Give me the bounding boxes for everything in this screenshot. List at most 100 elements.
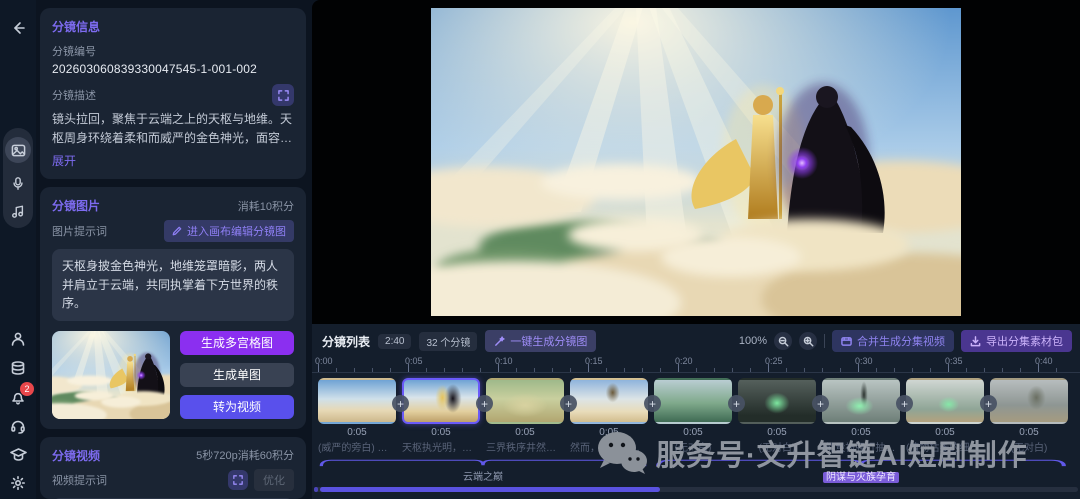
add-shot-button[interactable]: +	[644, 395, 661, 412]
ruler-label: 0:05	[405, 356, 423, 366]
tab-music[interactable]	[11, 204, 25, 219]
one-click-generate-button[interactable]: 一键生成分镜图	[485, 330, 597, 352]
add-shot-button[interactable]: +	[392, 395, 409, 412]
shot-info-title: 分镜信息	[52, 20, 101, 34]
ruler-label: 0:15	[585, 356, 603, 366]
shot-video-title: 分镜视频	[52, 448, 101, 463]
add-shot-button[interactable]: +	[476, 395, 493, 412]
coins-icon	[11, 361, 25, 375]
scene-group-label[interactable]: 云端之巅	[318, 468, 648, 483]
zoom-out-button[interactable]	[774, 332, 792, 350]
back-button[interactable]	[10, 20, 26, 36]
ruler-label: 0:25	[765, 356, 783, 366]
storyboard-timeline: 分镜列表 2:40 32 个分镜 一键生成分镜图 100% 合并生成分集视频 导…	[312, 324, 1080, 499]
scrollbar-left-arrow[interactable]	[314, 487, 318, 492]
clip-thumbnail[interactable]	[822, 378, 900, 424]
timeline-clip: 0:05 (植物枯萎的细微碎裂... +	[906, 378, 997, 454]
timeline-title: 分镜列表	[322, 334, 371, 349]
credits-button[interactable]	[10, 360, 26, 376]
scene-group[interactable]: 云端之巅	[318, 458, 648, 483]
shot-image-thumbnail[interactable]	[52, 330, 170, 419]
add-shot-button[interactable]: +	[980, 395, 997, 412]
ruler-label: 0:35	[945, 356, 963, 366]
graduation-cap-icon	[9, 448, 27, 461]
magic-wand-icon	[495, 335, 506, 346]
clip-thumbnail[interactable]	[990, 378, 1068, 424]
download-icon	[970, 335, 981, 346]
preview-artwork[interactable]	[431, 8, 961, 316]
arrow-left-icon	[14, 22, 25, 34]
support-button[interactable]	[10, 418, 26, 434]
user-icon	[11, 332, 25, 346]
clip-thumbnail[interactable]	[486, 378, 564, 424]
clip-thumbnail[interactable]	[318, 378, 396, 424]
clip-duration: 0:05	[767, 427, 787, 438]
generate-single-button[interactable]: 生成单图	[180, 362, 294, 387]
clip-thumbnail[interactable]	[906, 378, 984, 424]
timeline-clip: 0:05 天枢执光明，掌生发；... +	[402, 378, 493, 454]
expand-link[interactable]: 展开	[52, 152, 76, 169]
scene-group-label[interactable]: 阴谋与灭族孕育	[823, 472, 899, 483]
timeline-scrollbar[interactable]	[314, 487, 1078, 492]
clip-caption: 然而，平衡之下，暗流...	[570, 443, 648, 454]
add-shot-button[interactable]: +	[560, 395, 577, 412]
timeline-clip: 0:05 三界秩序井然，人间烟... +	[486, 378, 577, 454]
expand-description-button[interactable]	[272, 84, 294, 106]
shot-count-badge: 32 个分镜	[419, 331, 478, 351]
timeline-clip: 0:05 然而，平衡之下，暗流... +	[570, 378, 661, 454]
scrollbar-thumb[interactable]	[320, 487, 660, 492]
preview-stage	[312, 0, 1080, 324]
optimize-button[interactable]: 优化	[254, 468, 294, 491]
shot-detail-panel: 分镜信息 分镜编号 202603060839330047545-1-001-00…	[40, 8, 306, 499]
notifications-button[interactable]: 2	[10, 382, 34, 405]
clip-caption: (无对白)	[1010, 443, 1048, 454]
tab-voice[interactable]	[11, 176, 25, 191]
expand-video-prompt-button[interactable]	[228, 469, 248, 490]
ruler-label: 0:20	[675, 356, 693, 366]
shot-info-card: 分镜信息 分镜编号 202603060839330047545-1-001-00…	[40, 8, 306, 180]
tutorial-button[interactable]	[9, 447, 27, 462]
shot-artwork	[52, 331, 170, 419]
image-prompt-label: 图片提示词	[52, 226, 107, 239]
clip-duration: 0:05	[515, 427, 535, 438]
shot-desc-label: 分镜描述	[52, 90, 96, 102]
export-assets-button[interactable]: 导出分集素材包	[961, 330, 1072, 352]
fullscreen-icon	[233, 475, 243, 485]
shot-number-value: 202603060839330047545-1-001-002	[52, 62, 258, 76]
clip-thumbnail[interactable]	[654, 378, 732, 424]
image-prompt-text[interactable]: 天枢身披金色神光，地维笼罩暗影，两人并肩立于云端，共同执掌着下方世界的秩序。	[52, 249, 294, 321]
zoom-in-button[interactable]	[799, 332, 817, 350]
clip-caption: 三界秩序井然，人间烟...	[486, 443, 564, 454]
add-shot-button[interactable]: +	[728, 395, 745, 412]
shot-description: 镜头拉回，聚焦于云端之上的天枢与地维。天枢周身环绕着柔和而威严的金色神光，面容清…	[52, 112, 293, 145]
clip-thumbnail[interactable]	[402, 378, 480, 424]
ruler-label: 0:40	[1035, 356, 1053, 366]
clip-duration: 0:05	[935, 427, 955, 438]
timeline-ruler[interactable]: 0:00 0:05 0:10 0:15 0:20 0:25 0:30 0:35 0:40	[312, 356, 1080, 373]
notification-badge: 2	[20, 382, 34, 396]
media-tool-group	[3, 128, 33, 228]
ruler-label: 0:00	[315, 356, 333, 366]
shot-image-card: 分镜图片 消耗10积分 图片提示词 进入画布编辑分镜图 天枢身披金色神光，地维笼…	[40, 187, 306, 429]
merge-generate-button[interactable]: 合并生成分集视频	[832, 330, 954, 352]
add-shot-button[interactable]: +	[896, 395, 913, 412]
scene-bracket	[656, 459, 1066, 467]
video-prompt-label: 视频提示词	[52, 474, 107, 487]
clip-duration: 0:05	[683, 427, 703, 438]
settings-button[interactable]	[10, 475, 26, 491]
rail-bottom-group: 2	[9, 331, 34, 491]
generate-multi-grid-button[interactable]: 生成多宫格图	[180, 330, 294, 355]
scene-groups: 云端之巅 阴谋与灭族孕育	[312, 458, 1080, 483]
clip-duration: 0:05	[851, 427, 871, 438]
tab-storyboard-images[interactable]	[5, 137, 31, 163]
scene-group[interactable]: 阴谋与灭族孕育	[654, 458, 1068, 483]
video-cost-label: 5秒720p消耗60积分	[196, 450, 294, 463]
edit-canvas-button[interactable]: 进入画布编辑分镜图	[164, 220, 294, 243]
convert-to-video-button[interactable]: 转为视频	[180, 394, 294, 419]
add-shot-button[interactable]: +	[812, 395, 829, 412]
gear-icon	[11, 476, 25, 490]
zoom-out-icon	[778, 336, 788, 346]
clip-thumbnail[interactable]	[570, 378, 648, 424]
profile-button[interactable]	[10, 331, 26, 347]
clip-thumbnail[interactable]	[738, 378, 816, 424]
